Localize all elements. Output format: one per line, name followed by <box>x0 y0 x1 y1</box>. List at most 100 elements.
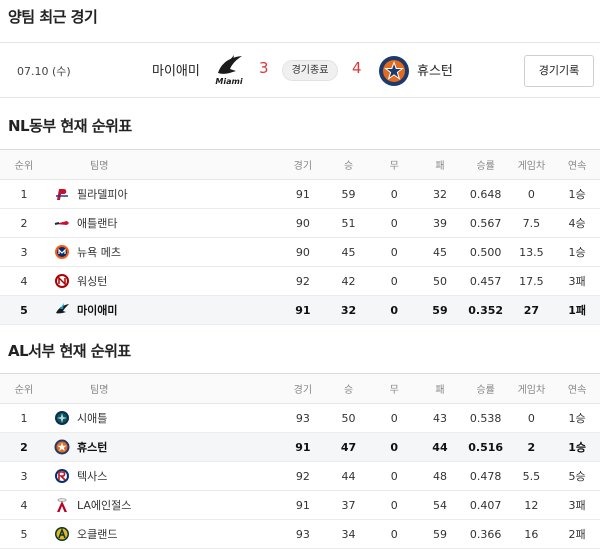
streak-cell: 1승 <box>554 237 600 267</box>
table-row[interactable]: 3 텍사스 92 44 0 48 0.478 5.5 5승 <box>0 461 600 491</box>
athletics-logo-icon <box>54 526 70 542</box>
nationals-logo-icon <box>54 273 70 289</box>
games-cell: 92 <box>280 461 326 491</box>
losses-cell: 45 <box>417 237 463 267</box>
wins-cell: 51 <box>325 208 372 238</box>
col-team: 팀명 <box>48 373 280 404</box>
draws-cell: 0 <box>371 295 418 325</box>
team-cell[interactable]: 휴스턴 <box>48 432 280 462</box>
rank-cell: 5 <box>0 295 48 325</box>
table-row[interactable]: 1 필라델피아 91 59 0 32 0.648 0 1승 <box>0 179 600 209</box>
away-score: 3 <box>259 59 269 77</box>
rank-cell: 1 <box>0 403 48 433</box>
gb-cell: 0 <box>508 179 555 209</box>
team-name: 휴스턴 <box>77 441 108 454</box>
draws-cell: 0 <box>371 432 418 462</box>
streak-cell: 1승 <box>554 403 600 433</box>
table-header-row: 순위 팀명 경기 승 무 패 승률 게임차 연속 <box>0 373 600 404</box>
team-cell[interactable]: 필라델피아 <box>48 179 280 209</box>
wins-cell: 45 <box>325 237 372 267</box>
rank-cell: 4 <box>0 266 48 296</box>
games-cell: 93 <box>280 519 326 549</box>
team-cell[interactable]: 텍사스 <box>48 461 280 491</box>
team-name: 오클랜드 <box>77 528 118 541</box>
col-rank: 순위 <box>0 373 48 404</box>
phillies-logo-icon <box>54 186 70 202</box>
team-name: 시애틀 <box>77 412 108 425</box>
col-pct: 승률 <box>462 373 509 404</box>
mariners-logo-icon <box>54 410 70 426</box>
games-cell: 93 <box>280 403 326 433</box>
table-row[interactable]: 4 워싱턴 92 42 0 50 0.457 17.5 3패 <box>0 266 600 296</box>
table-row[interactable]: 5 마이애미 91 32 0 59 0.352 27 1패 <box>0 295 600 325</box>
recent-games-title: 양팀 최근 경기 <box>8 8 98 26</box>
rank-cell: 1 <box>0 179 48 209</box>
team-name: 텍사스 <box>77 470 108 483</box>
col-team: 팀명 <box>48 149 280 180</box>
pct-cell: 0.352 <box>462 295 509 325</box>
losses-cell: 59 <box>417 519 463 549</box>
al-standings-table: 순위 팀명 경기 승 무 패 승률 게임차 연속 1 시애틀 93 50 0 43 0.53… <box>0 373 600 549</box>
games-cell: 92 <box>280 266 326 296</box>
gb-cell: 7.5 <box>508 208 555 238</box>
streak-cell: 2패 <box>554 519 600 549</box>
team-name: 애틀랜타 <box>77 217 118 230</box>
wins-cell: 32 <box>325 295 372 325</box>
pct-cell: 0.478 <box>462 461 509 491</box>
table-row[interactable]: 4 LA에인절스 91 37 0 54 0.407 12 3패 <box>0 490 600 520</box>
draws-cell: 0 <box>371 461 418 491</box>
recent-game-card: 07.10 (수) 마이애미 Miami 3 경기종료 4 휴스턴 경기기록 <box>0 42 600 98</box>
nl-standings-title: NL동부 현재 순위표 <box>8 117 132 135</box>
table-row[interactable]: 5 오클랜드 93 34 0 59 0.366 16 2패 <box>0 519 600 549</box>
col-wins: 승 <box>325 149 372 180</box>
mets-logo-icon <box>54 244 70 260</box>
team-cell[interactable]: 마이애미 <box>48 295 280 325</box>
wins-cell: 44 <box>325 461 372 491</box>
col-games: 경기 <box>280 149 326 180</box>
team-name: 워싱턴 <box>77 275 108 288</box>
marlins-logo-icon <box>54 302 70 318</box>
team-cell[interactable]: 뉴욕 메츠 <box>48 237 280 267</box>
team-cell[interactable]: 애틀랜타 <box>48 208 280 238</box>
col-draws: 무 <box>371 149 418 180</box>
games-cell: 91 <box>280 179 326 209</box>
nl-standings-table: 순위 팀명 경기 승 무 패 승률 게임차 연속 1 필라델피아 91 59 0 32 0.… <box>0 149 600 325</box>
team-cell[interactable]: 오클랜드 <box>48 519 280 549</box>
al-standings-title: AL서부 현재 순위표 <box>8 342 131 360</box>
game-record-button[interactable]: 경기기록 <box>524 55 594 87</box>
games-cell: 90 <box>280 208 326 238</box>
streak-cell: 3패 <box>554 490 600 520</box>
team-name: 필라델피아 <box>77 188 128 201</box>
draws-cell: 0 <box>371 208 418 238</box>
table-row[interactable]: 2 휴스턴 91 47 0 44 0.516 2 1승 <box>0 432 600 462</box>
streak-cell: 1승 <box>554 179 600 209</box>
losses-cell: 32 <box>417 179 463 209</box>
team-cell[interactable]: 시애틀 <box>48 403 280 433</box>
astros-logo-icon <box>54 439 70 455</box>
home-team-name[interactable]: 휴스턴 <box>417 60 453 79</box>
col-losses: 패 <box>417 373 463 404</box>
gb-cell: 0 <box>508 403 555 433</box>
team-cell[interactable]: 워싱턴 <box>48 266 280 296</box>
gb-cell: 5.5 <box>508 461 555 491</box>
pct-cell: 0.407 <box>462 490 509 520</box>
gb-cell: 27 <box>508 295 555 325</box>
games-cell: 91 <box>280 295 326 325</box>
away-team-name[interactable]: 마이애미 <box>152 60 200 79</box>
team-name: 뉴욕 메츠 <box>77 246 121 259</box>
wins-cell: 42 <box>325 266 372 296</box>
col-games: 경기 <box>280 373 326 404</box>
losses-cell: 59 <box>417 295 463 325</box>
col-streak: 연속 <box>554 373 600 404</box>
table-row[interactable]: 1 시애틀 93 50 0 43 0.538 0 1승 <box>0 403 600 433</box>
team-cell[interactable]: LA에인절스 <box>48 490 280 520</box>
rank-cell: 2 <box>0 432 48 462</box>
streak-cell: 5승 <box>554 461 600 491</box>
wins-cell: 50 <box>325 403 372 433</box>
table-row[interactable]: 3 뉴욕 메츠 90 45 0 45 0.500 13.5 1승 <box>0 237 600 267</box>
table-row[interactable]: 2 애틀랜타 90 51 0 39 0.567 7.5 4승 <box>0 208 600 238</box>
col-draws: 무 <box>371 373 418 404</box>
braves-logo-icon <box>54 215 70 231</box>
team-name: 마이애미 <box>77 304 118 317</box>
losses-cell: 50 <box>417 266 463 296</box>
